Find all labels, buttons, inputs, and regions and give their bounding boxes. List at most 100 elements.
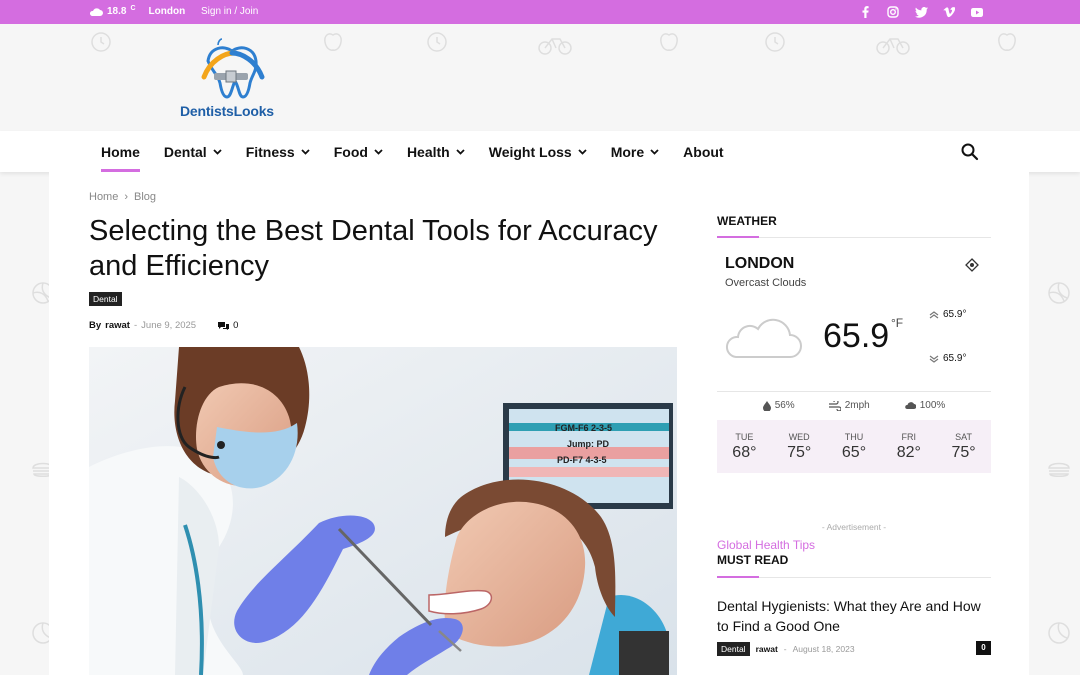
forecast-day: WED 75° [787,432,811,462]
date-separator: - [133,320,138,331]
weather-heading: WEATHER [717,214,777,228]
nav-item-label: Dental [163,143,207,160]
nav-item-health[interactable]: Health [395,131,477,172]
apple-icon [324,33,342,51]
wind-icon [828,400,841,411]
post-date: August 18, 2023 [792,644,855,654]
must-read-post-title[interactable]: Dental Hygienists: What they Are and How… [717,596,993,636]
forecast-day-name: TUE [735,431,754,442]
site-logo[interactable]: DentistsLooks [178,35,288,123]
nav-item-dental[interactable]: Dental [152,131,234,172]
article-title: Selecting the Best Dental Tools for Accu… [89,215,658,282]
nav-item-more[interactable]: More [599,131,671,172]
weather-heading-accent [717,236,759,238]
forecast-day-temp: 82° [896,443,921,461]
forecast-day-temp: 75° [787,443,812,461]
forecast-day: THU 65° [842,432,866,462]
breadcrumb-current[interactable]: Blog [134,191,156,203]
post-category-badge[interactable]: Dental [717,642,750,656]
must-read-accent [717,576,759,578]
topbar-temp: 18.8 [107,6,127,17]
by-label: By [89,320,102,331]
humidity-value: 56% [774,400,795,411]
nav-item-label: More [610,143,645,160]
author-link[interactable]: rawat [105,320,130,331]
youtube-icon[interactable] [970,5,984,19]
weather-city: LONDON [725,255,795,272]
forecast-day-name: WED [788,431,810,442]
chevron-down-icon [578,148,587,155]
arrow-down-icon [929,355,939,363]
forecast-day-temp: 65° [841,443,867,461]
weather-forecast: TUE 68° WED 75° THU 65° FRI 82° SAT 75° [717,420,991,473]
advertisement-label: - Advertisement - [821,522,887,532]
apple-icon [998,33,1016,51]
weather-low-value: 65.9° [943,353,967,364]
weather-high: 65.9° [929,309,966,320]
forecast-day-temp: 75° [951,443,976,461]
arrow-up-icon [929,310,939,318]
breadcrumb-home[interactable]: Home [89,191,118,203]
signin-link[interactable]: Sign in / Join [201,6,258,17]
post-date-separator: - [783,644,787,654]
instagram-icon[interactable] [886,5,900,19]
weather-temperature: 65.9 [823,317,890,355]
chevron-down-icon [456,148,465,155]
cloud-icon [726,318,802,358]
top-bar: 18.8 C London Sign in / Join [0,0,1080,24]
weather-high-value: 65.9° [943,309,967,320]
monitor-line-3: PD-F7 4-3-5 [557,455,607,465]
chevron-down-icon [301,148,310,155]
bicycle-icon [876,38,910,55]
featured-image: FGM-F6 2-3-5 Jump: PD PD-F7 4-3-5 [89,347,677,675]
weather-stats: 56% 2mph 100% [717,400,991,411]
clouds-stat: 100% [904,400,945,411]
burger-icon [1048,462,1070,477]
nav-item-home[interactable]: Home [89,131,152,172]
comment-icon [218,321,230,330]
nav-item-about[interactable]: About [671,131,735,172]
dentist-photo: FGM-F6 2-3-5 Jump: PD PD-F7 4-3-5 [89,347,677,675]
facebook-icon[interactable] [858,5,872,19]
main-nav: Home Dental Fitness Food Health Weight Loss Mo… [0,131,1080,172]
alarm-clock-icon [427,32,447,52]
nav-item-fitness[interactable]: Fitness [234,131,322,172]
social-links [858,5,984,19]
weather-divider [717,391,991,392]
nav-item-label: Weight Loss [488,143,572,160]
chevron-down-icon [650,148,659,155]
search-icon[interactable] [960,142,980,162]
weather-low: 65.9° [929,353,966,364]
comments-link[interactable]: 0 [218,320,238,331]
cloud-icon [89,7,103,16]
wind-value: 2mph [844,400,870,411]
chevron-down-icon [213,148,222,155]
droplet-icon [762,400,771,411]
cloud-icon [904,402,916,409]
forecast-day: SAT 75° [951,432,975,462]
forecast-day: FRI 82° [897,432,921,462]
monitor-line-2: Jump: PD [567,439,610,449]
post-comment-count[interactable]: 0 [976,641,991,655]
nav-item-food[interactable]: Food [322,131,395,172]
forecast-day: TUE 68° [732,432,756,462]
global-health-tips-link[interactable]: Global Health Tips [717,538,815,552]
nav-item-weight-loss[interactable]: Weight Loss [477,131,599,172]
nav-menu: Home Dental Fitness Food Health Weight Loss Mo… [89,131,736,172]
forecast-day-name: THU [844,431,864,442]
breadcrumb: Home › Blog [89,191,156,203]
comments-count: 0 [233,320,239,331]
nav-item-label: Food [333,143,368,160]
main-content: Home › Blog Selecting the Best Dental To… [49,172,1029,675]
must-read-heading: MUST READ [717,553,789,567]
category-badge[interactable]: Dental [89,292,122,306]
brand-name: DentistsLooks [180,103,274,119]
post-author[interactable]: rawat [756,644,778,654]
twitter-icon[interactable] [914,5,928,19]
nav-item-label: About [683,143,724,160]
nav-item-label: Home [101,143,140,160]
monitor-line-1: FGM-F6 2-3-5 [555,423,612,433]
weather-description: Overcast Clouds [725,277,807,289]
location-icon[interactable] [965,258,979,272]
vimeo-icon[interactable] [942,5,956,19]
